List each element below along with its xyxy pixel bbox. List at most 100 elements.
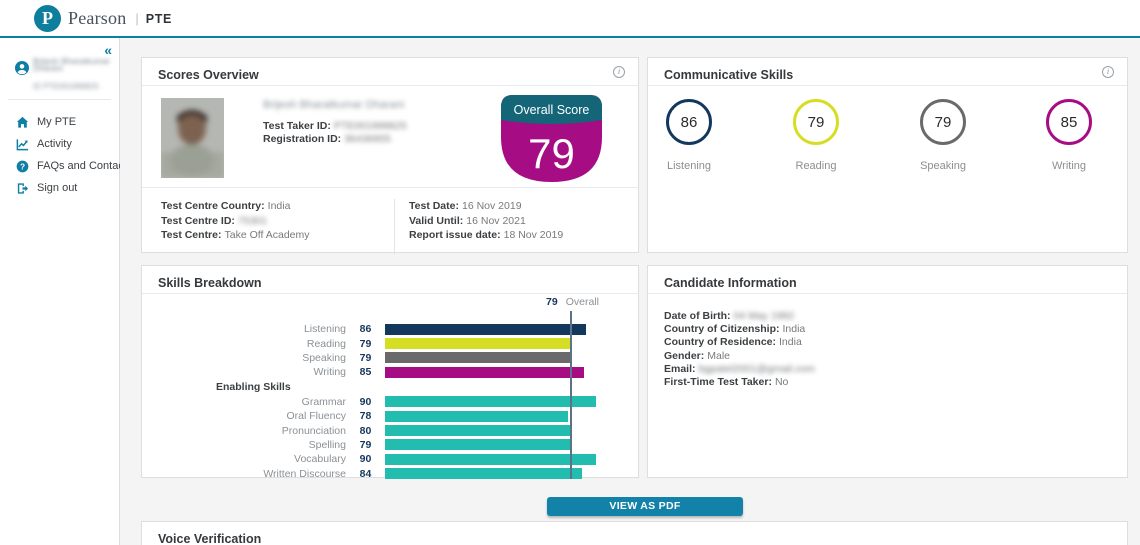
test-taker-id-row: Test Taker ID: PTE001999825 — [263, 120, 407, 133]
product-name: PTE — [145, 11, 172, 26]
panel-title: Voice Verification — [158, 532, 262, 545]
sidebar-item-faqs[interactable]: ? FAQs and Contact — [0, 155, 127, 177]
sidebar-item-sign-out[interactable]: Sign out — [0, 177, 119, 199]
chart-row: Oral Fluency 78 — [142, 409, 638, 423]
skill-score-ring: 79 — [793, 99, 839, 145]
detail-row: Test Centre: Take Off Academy — [161, 228, 310, 243]
info-label: Gender: — [664, 349, 705, 362]
chart-rows: Listening 86 Reading 79 Speaking 79 Writing 85 E… — [142, 322, 638, 481]
skill-label: Listening — [666, 160, 712, 172]
chart-row-label: Vocabulary — [294, 453, 346, 466]
activity-icon — [16, 138, 29, 150]
detail-row: Report issue date: 18 Nov 2019 — [409, 228, 563, 243]
info-value: India — [782, 323, 806, 336]
skill-label: Reading — [795, 160, 837, 172]
skill-writing: 85 Writing — [1029, 99, 1109, 172]
scores-overview-panel: Scores Overview i Brijesh Bharatkumar Dh… — [141, 57, 639, 255]
detail-value: 18 Nov 2019 — [503, 229, 564, 241]
sidebar-item-label: My PTE — [37, 116, 77, 128]
enabling-skills-row: Enabling Skills — [142, 380, 638, 395]
chart-bar — [385, 410, 568, 422]
detail-value: 16 Nov 2021 — [466, 214, 526, 227]
brand-separator: | — [135, 11, 139, 26]
sidebar: « Brijesh Bharatkumar Dharani ID PTE0019… — [0, 38, 127, 545]
skill-listening: 86 Listening — [649, 99, 729, 172]
chart-row-label: Grammar — [301, 395, 346, 408]
sidebar-item-label: Sign out — [37, 182, 78, 194]
chart-row-label: Oral Fluency — [286, 410, 346, 423]
app-header: P Pearson | PTE — [0, 0, 1140, 38]
chart-row-label: Writing — [313, 366, 346, 379]
info-value: bgpatel2001@gmail.com — [698, 362, 815, 375]
info-value: Male — [707, 349, 731, 362]
chart-bar — [385, 468, 582, 480]
badge-label: Overall Score — [514, 103, 590, 117]
chart-row: Speaking 79 — [142, 351, 638, 365]
panel-title: Candidate Information — [664, 276, 797, 290]
help-icon: ? — [16, 160, 29, 172]
chart-bar — [385, 366, 584, 378]
enabling-skills-label: Enabling Skills — [216, 381, 291, 394]
chart-bar — [385, 453, 596, 465]
view-as-pdf-button[interactable]: VIEW AS PDF — [547, 497, 743, 516]
panel-title: Scores Overview — [158, 68, 259, 82]
sidebar-item-label: FAQs and Contact — [37, 160, 127, 172]
skill-score-ring: 86 — [666, 99, 712, 145]
detail-value: 16 Nov 2019 — [461, 200, 522, 212]
pearson-logo[interactable]: P Pearson | PTE — [34, 5, 172, 32]
sidebar-divider — [8, 99, 111, 100]
sidebar-item-activity[interactable]: Activity — [0, 133, 119, 155]
chart-row: Vocabulary 90 — [142, 452, 638, 466]
detail-label: Report issue date: — [409, 229, 501, 241]
chart-row-label: Spelling — [308, 438, 346, 451]
detail-label: Test Centre Country: — [161, 200, 265, 212]
info-row: Country of Citizenship: India — [664, 323, 1127, 336]
detail-label: Test Centre ID: — [161, 214, 235, 227]
candidate-header: Brijesh Bharatkumar Dharani Test Taker I… — [263, 99, 407, 146]
sidebar-nav: My PTE Activity ? FAQs and Contact Sign … — [0, 111, 127, 199]
detail-value: India — [267, 200, 291, 212]
chart-row-value: 90 — [359, 395, 372, 408]
info-row: Country of Residence: India — [664, 336, 1127, 349]
skill-speaking: 79 Speaking — [903, 99, 983, 172]
panel-header: Voice Verification — [142, 522, 1127, 545]
skills-chart: 79 Overall Listening 86 Reading 79 Speaking 79… — [142, 294, 638, 480]
detail-label: Test Centre: — [161, 229, 222, 241]
overall-marker-line — [570, 311, 572, 479]
panel-header: Candidate Information — [648, 266, 1127, 294]
overall-marker-label: 79 Overall — [546, 296, 599, 308]
info-row: Gender: Male — [664, 350, 1127, 363]
detail-value: Take Off Academy — [224, 229, 310, 241]
user-id: ID PTE001999825 — [33, 82, 99, 91]
badge-score: 79 — [528, 130, 575, 177]
chart-row-label: Listening — [303, 323, 346, 336]
candidate-information-panel: Candidate Information Date of Birth: 04 M… — [647, 265, 1128, 478]
chart-row-label: Written Discourse — [263, 467, 346, 480]
candidate-name: Brijesh Bharatkumar Dharani — [263, 99, 405, 111]
info-row: Date of Birth: 04 May 1992 — [664, 310, 1127, 323]
detail-row: Test Date: 16 Nov 2019 — [409, 199, 563, 214]
home-icon — [16, 116, 29, 128]
detail-row: Valid Until: 16 Nov 2021 — [409, 214, 563, 229]
sidebar-user-block: Brijesh Bharatkumar Dharani ID PTE001999… — [9, 57, 113, 91]
detail-label: Test Date: — [409, 200, 459, 212]
detail-row: Test Centre Country: India — [161, 199, 310, 214]
registration-id-row: Registration ID: 36436955 — [263, 133, 407, 146]
info-icon[interactable]: i — [613, 66, 625, 78]
panel-header: Scores Overview i — [142, 58, 638, 86]
info-icon[interactable]: i — [1102, 66, 1114, 78]
chart-row-value: 86 — [359, 323, 372, 336]
sidebar-item-my-pte[interactable]: My PTE — [0, 111, 119, 133]
chart-row-value: 80 — [359, 424, 372, 437]
candidate-info-rows: Date of Birth: 04 May 1992 Country of Cit… — [648, 294, 1127, 389]
registration-id-label: Registration ID: — [263, 133, 342, 145]
sidebar-item-label: Activity — [37, 138, 72, 150]
chart-bar — [385, 439, 570, 451]
panel-title: Communicative Skills — [664, 68, 794, 82]
chart-bar — [385, 425, 573, 437]
sign-out-icon — [17, 182, 29, 194]
info-label: Country of Residence: — [664, 336, 777, 349]
detail-label: Valid Until: — [409, 214, 464, 227]
panel-header: Skills Breakdown — [142, 266, 638, 294]
skill-score-ring: 79 — [920, 99, 966, 145]
